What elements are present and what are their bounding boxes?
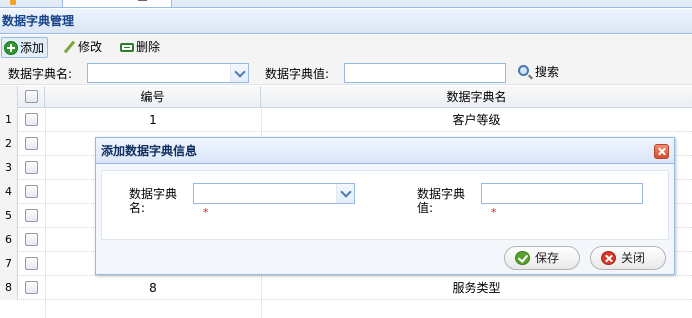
row-checkbox[interactable]: [25, 281, 38, 294]
dict-value-label: 数据字典值:: [265, 67, 330, 81]
row-checkbox[interactable]: [25, 113, 38, 126]
close-icon[interactable]: [654, 144, 669, 159]
table-row[interactable]: 8 8 服务类型: [0, 276, 692, 300]
cell-id: 1: [149, 113, 157, 127]
add-icon: [4, 41, 18, 55]
tab-active[interactable]: [62, 0, 172, 8]
search-button-label: 搜索: [535, 65, 560, 79]
required-mark: *: [491, 206, 497, 219]
dialog-dict-name-combo[interactable]: [193, 183, 355, 204]
search-button[interactable]: 搜索: [517, 64, 559, 80]
tab-strip: [0, 0, 692, 8]
dict-name-combo[interactable]: [87, 63, 249, 83]
toolbar: 添加 修改 删除: [0, 35, 692, 60]
dict-value-input[interactable]: [344, 63, 506, 83]
row-checkbox[interactable]: [25, 209, 38, 222]
delete-icon: [120, 43, 134, 52]
close-button-label: 关闭: [621, 251, 646, 265]
panel-title: 数据字典管理: [0, 9, 692, 34]
dialog-title-text: 添加数据字典信息: [101, 144, 198, 158]
edit-button-label: 修改: [78, 40, 103, 54]
page-icon: [138, 0, 147, 1]
grid-header: 编号 数据字典名: [0, 86, 692, 108]
app-window: 数据字典管理 添加 修改 删除 数据字典名: 数据字典值: 搜索 编号 数据字典…: [0, 0, 692, 318]
check-icon: [515, 251, 530, 265]
dict-name-label: 数据字典名:: [8, 67, 73, 81]
row-number: 3: [0, 156, 18, 180]
row-number: 8: [0, 276, 18, 300]
row-number: 2: [0, 132, 18, 156]
edit-button[interactable]: 修改: [60, 37, 102, 58]
row-number: 1: [0, 108, 18, 132]
row-checkbox[interactable]: [25, 257, 38, 270]
dialog-title[interactable]: 添加数据字典信息: [96, 138, 674, 164]
row-checkbox[interactable]: [25, 161, 38, 174]
required-mark: *: [203, 206, 209, 219]
row-number-header: [0, 86, 18, 108]
add-button-label: 添加: [20, 41, 45, 55]
row-number: 7: [0, 252, 18, 276]
search-icon: [518, 65, 529, 76]
chevron-down-icon[interactable]: [230, 64, 248, 82]
dialog-dict-value-input[interactable]: [481, 183, 643, 204]
close-button[interactable]: 关闭: [590, 246, 666, 270]
select-all-checkbox[interactable]: [25, 90, 38, 103]
column-header-name[interactable]: 数据字典名: [261, 86, 692, 108]
cell-name: 服务类型: [452, 281, 501, 295]
row-checkbox[interactable]: [25, 185, 38, 198]
save-button-label: 保存: [535, 251, 560, 265]
cancel-icon: [601, 251, 616, 265]
row-checkbox[interactable]: [25, 233, 38, 246]
search-bar: 数据字典名: 数据字典值: 搜索: [0, 60, 692, 85]
table-row[interactable]: 1 1 客户等级: [0, 108, 692, 132]
cell-name: 客户等级: [452, 113, 501, 127]
add-button[interactable]: 添加: [1, 37, 48, 58]
delete-button[interactable]: 删除: [118, 37, 160, 58]
chevron-down-icon[interactable]: [336, 184, 354, 203]
dialog-form: 数据字典名: * 数据字典值: *: [101, 170, 669, 240]
dialog-dict-name-label: 数据字典名:: [129, 187, 178, 215]
save-button[interactable]: 保存: [504, 246, 580, 270]
row-number: 5: [0, 204, 18, 228]
row-number: 6: [0, 228, 18, 252]
row-checkbox[interactable]: [25, 137, 38, 150]
row-number: 4: [0, 180, 18, 204]
column-header-id[interactable]: 编号: [45, 86, 261, 108]
pencil-icon: [62, 40, 76, 54]
select-all-cell: [18, 86, 45, 108]
home-tab-icon[interactable]: [10, 0, 16, 5]
cell-id: 8: [149, 281, 157, 295]
dialog-footer: 保存 关闭: [96, 242, 674, 274]
add-dict-dialog: 添加数据字典信息 数据字典名: * 数据字典值: * 保存 关闭: [95, 137, 675, 275]
dialog-dict-value-label: 数据字典值:: [417, 187, 466, 215]
delete-button-label: 删除: [136, 40, 161, 54]
